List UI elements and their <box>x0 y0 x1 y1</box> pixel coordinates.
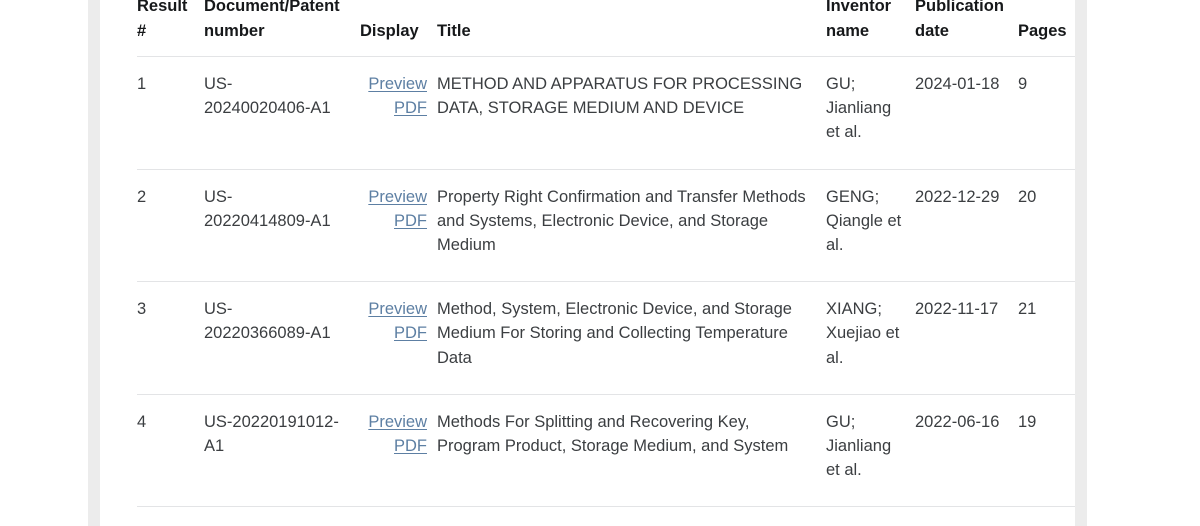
cell-document-number: US- 20240020406-A1 <box>204 56 360 170</box>
preview-link[interactable]: Preview <box>360 297 427 321</box>
cell-result-number: 4 <box>137 394 204 508</box>
cell-title: METHOD AND APPARATUS FOR PROCESSING DATA… <box>437 56 826 170</box>
cell-publication-date: 2022-06-16 <box>915 394 1018 508</box>
cell-display-links: Preview PDF <box>360 169 437 283</box>
table-row: 3 US- 20220366089-A1 Preview PDF Method,… <box>137 281 1075 395</box>
cell-title: Property Right Confirmation and Transfer… <box>437 169 826 283</box>
column-header-display-label: Display <box>360 22 419 40</box>
column-header-publication-date[interactable]: Publication date <box>915 0 1018 57</box>
document-number-line1: US- <box>204 187 233 206</box>
column-header-title[interactable]: Title <box>437 0 826 57</box>
column-header-result-number-line1: Result <box>137 0 188 15</box>
cell-result-number: 1 <box>137 56 204 170</box>
cell-display-links: Preview PDF <box>360 56 437 170</box>
table-row: 4 US-20220191012- A1 Preview PDF Methods… <box>137 394 1075 508</box>
column-header-title-spacer <box>437 0 816 19</box>
column-header-inventor-line1: Inventor <box>826 0 892 15</box>
cell-document-number: US- 20220414809-A1 <box>204 169 360 283</box>
document-number-line1: US- <box>204 522 350 526</box>
patent-results-table: Result # Document/Patent number Display … <box>137 0 1075 526</box>
document-number-line1: US-20220191012- <box>204 412 339 431</box>
column-header-pages[interactable]: Pages <box>1018 0 1075 57</box>
document-number-line2: 20240020406-A1 <box>204 99 331 118</box>
column-header-result-number-line2: # <box>137 22 147 40</box>
page-gutter-left <box>0 0 88 526</box>
cell-inventor-name: XIANG; Xuejiao et al. <box>826 281 915 395</box>
column-header-document-line2: number <box>204 22 265 40</box>
column-header-display[interactable]: Display <box>360 0 437 57</box>
pdf-link[interactable]: PDF <box>360 96 427 120</box>
cell-title: Key Security Management System and Metho… <box>437 507 826 526</box>
table-row: 1 US- 20240020406-A1 Preview PDF METHOD … <box>137 56 1075 170</box>
document-number-line2: 20220414809-A1 <box>204 211 331 230</box>
cell-display-links: Preview PDF <box>360 394 437 508</box>
document-number-line2: A1 <box>204 437 225 456</box>
cell-inventor-name: GU; Jianliang et al. <box>826 394 915 508</box>
cell-result-number: 3 <box>137 281 204 395</box>
preview-link[interactable]: Preview <box>360 410 427 434</box>
table-row: 5 US- 20220078009-A1 Preview PDF Key Sec… <box>137 507 1075 526</box>
page-root: Result # Document/Patent number Display … <box>0 0 1200 526</box>
cell-pages: 19 <box>1018 394 1075 508</box>
cell-publication-date: 2022-12-29 <box>915 169 1018 283</box>
column-header-display-spacer <box>360 0 427 19</box>
cell-pages: 13 <box>1018 507 1075 526</box>
column-header-pages-label: Pages <box>1018 22 1067 40</box>
cell-publication-date: 2022-03-10 <box>915 507 1018 526</box>
column-header-title-label: Title <box>437 22 471 40</box>
table-header-row: Result # Document/Patent number Display … <box>137 0 1075 57</box>
cell-publication-date: 2022-11-17 <box>915 281 1018 395</box>
cell-title: Method, System, Electronic Device, and S… <box>437 281 826 395</box>
page-rail-right <box>1075 0 1087 526</box>
preview-link[interactable]: Preview <box>360 72 427 96</box>
table-row: 2 US- 20220414809-A1 Preview PDF Propert… <box>137 169 1075 283</box>
document-number-line2: 20220366089-A1 <box>204 324 331 343</box>
cell-pages: 21 <box>1018 281 1075 395</box>
cell-publication-date: 2024-01-18 <box>915 56 1018 170</box>
cell-inventor-name: GU; Jianliang et al. <box>826 507 915 526</box>
cell-document-number: US- 20220366089-A1 <box>204 281 360 395</box>
column-header-document-line1: Document/Patent <box>204 0 340 15</box>
column-header-publication-line1: Publication <box>915 0 1004 15</box>
results-content-area: Result # Document/Patent number Display … <box>100 0 1075 526</box>
cell-title: Methods For Splitting and Recovering Key… <box>437 394 826 508</box>
column-header-publication-line2: date <box>915 22 949 40</box>
column-header-pages-spacer <box>1018 0 1065 19</box>
column-header-inventor-line2: name <box>826 22 870 40</box>
cell-pages: 20 <box>1018 169 1075 283</box>
column-header-inventor-name[interactable]: Inventor name <box>826 0 915 57</box>
cell-display-links: Preview PDF <box>360 281 437 395</box>
page-gutter-right <box>1087 0 1200 526</box>
table-header: Result # Document/Patent number Display … <box>137 0 1075 57</box>
preview-link[interactable]: Preview <box>360 185 427 209</box>
document-number-line1: US- <box>204 75 233 93</box>
table-body: 1 US- 20240020406-A1 Preview PDF METHOD … <box>137 56 1075 526</box>
column-header-result-number[interactable]: Result # <box>137 0 204 57</box>
cell-inventor-name: GENG; Qiangle et al. <box>826 169 915 283</box>
page-rail-left <box>88 0 100 526</box>
cell-document-number: US-20220191012- A1 <box>204 394 360 508</box>
cell-inventor-name: GU; Jianliang et al. <box>826 56 915 170</box>
pdf-link[interactable]: PDF <box>360 434 427 458</box>
cell-result-number: 2 <box>137 169 204 283</box>
cell-document-number: US- 20220078009-A1 <box>204 507 360 526</box>
cell-pages: 9 <box>1018 56 1075 170</box>
preview-link[interactable]: Preview <box>360 522 427 526</box>
column-header-document-patent-number[interactable]: Document/Patent number <box>204 0 360 57</box>
document-number-line1: US- <box>204 300 233 319</box>
pdf-link[interactable]: PDF <box>360 209 427 233</box>
cell-display-links: Preview PDF <box>360 507 437 526</box>
cell-result-number: 5 <box>137 507 204 526</box>
pdf-link[interactable]: PDF <box>360 321 427 345</box>
